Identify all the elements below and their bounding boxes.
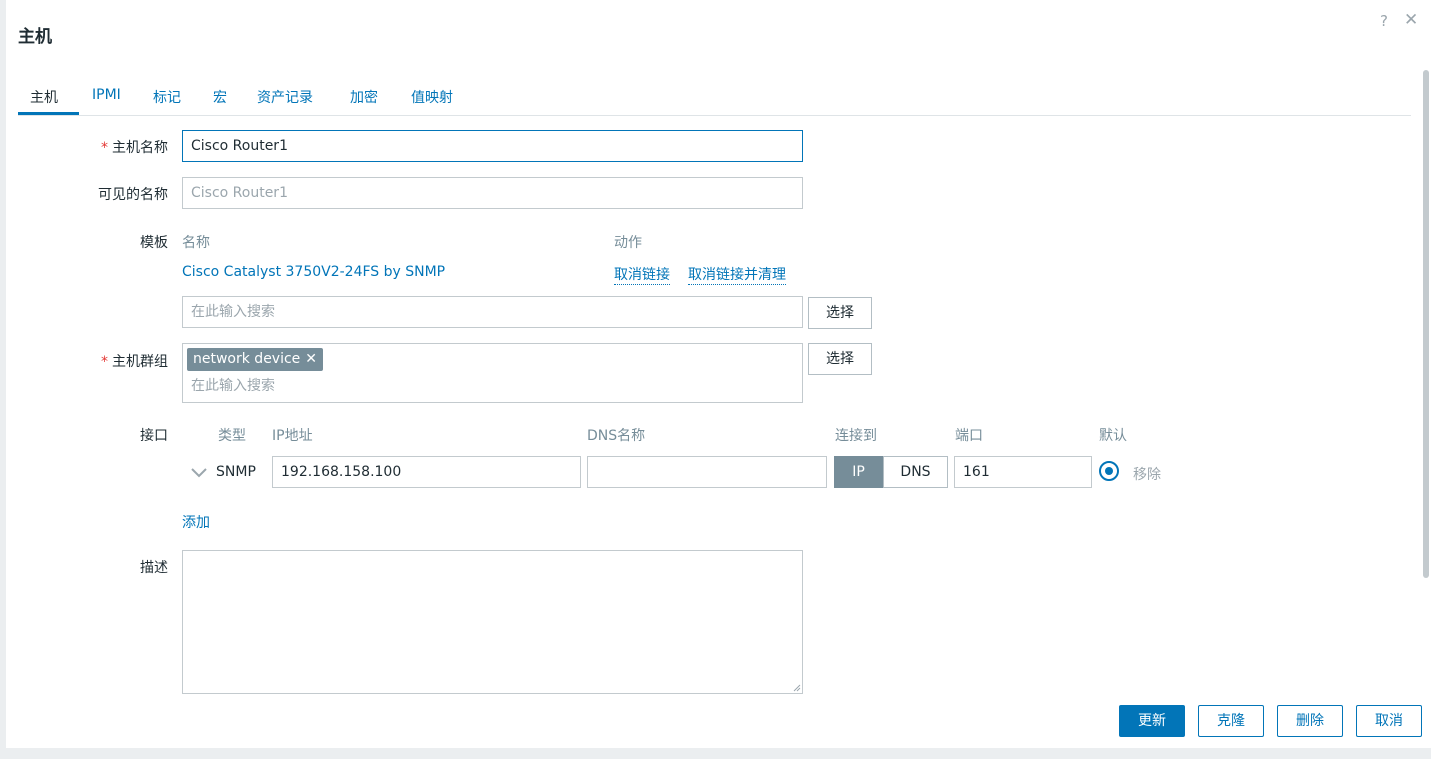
remove-chip-icon[interactable]: ✕	[305, 351, 317, 367]
templates-label: 模板	[140, 235, 168, 251]
connect-to-dns-toggle[interactable]: DNS	[883, 456, 948, 488]
tab-encryption[interactable]: 加密	[350, 87, 378, 107]
host-groups-label: * 主机群组	[101, 354, 168, 370]
tab-tags[interactable]: 标记	[153, 87, 181, 107]
interface-type-value: SNMP	[216, 464, 256, 480]
interface-ip-input[interactable]: 192.168.158.100	[272, 456, 581, 488]
default-interface-radio[interactable]	[1099, 461, 1119, 481]
scrollbar-thumb[interactable]	[1423, 70, 1429, 578]
interface-port-header: 端口	[955, 428, 983, 444]
tab-value-mapping[interactable]: 值映射	[411, 87, 453, 107]
tab-ipmi[interactable]: IPMI	[92, 87, 121, 103]
interfaces-label: 接口	[140, 428, 168, 444]
delete-button[interactable]: 删除	[1277, 705, 1343, 737]
host-groups-multiselect[interactable]: network device ✕ 在此输入搜索	[182, 343, 803, 403]
active-tab-indicator	[18, 112, 79, 115]
tab-macros[interactable]: 宏	[213, 87, 227, 107]
template-search-input[interactable]: 在此输入搜索	[182, 296, 803, 328]
interface-remove-link[interactable]: 移除	[1133, 464, 1161, 484]
tab-host[interactable]: 主机	[30, 87, 58, 107]
update-button[interactable]: 更新	[1119, 705, 1185, 737]
unlink-and-clear-link[interactable]: 取消链接并清理	[688, 264, 786, 285]
radio-selected-dot	[1105, 467, 1113, 475]
unlink-link[interactable]: 取消链接	[614, 264, 670, 285]
template-select-button[interactable]: 选择	[808, 297, 872, 329]
host-groups-search-placeholder: 在此输入搜索	[191, 378, 275, 394]
chevron-down-icon[interactable]	[188, 461, 210, 483]
host-group-select-button[interactable]: 选择	[808, 343, 872, 375]
scrollbar[interactable]	[1423, 70, 1431, 690]
required-asterisk: *	[101, 354, 108, 370]
interface-connect-header: 连接到	[835, 428, 877, 444]
host-name-label: * 主机名称	[101, 140, 168, 156]
interface-dns-input[interactable]	[587, 456, 827, 488]
clone-button[interactable]: 克隆	[1198, 705, 1264, 737]
host-group-chip: network device ✕	[187, 348, 324, 371]
background-page-bottom	[0, 748, 1431, 759]
resize-grip-icon[interactable]	[793, 684, 801, 692]
templates-name-header: 名称	[182, 235, 210, 251]
connect-to-ip-toggle[interactable]: IP	[834, 456, 883, 488]
description-textarea[interactable]	[182, 550, 803, 694]
host-edit-dialog: 主机 ? ✕ 主机 IPMI 标记 宏 资产记录 加密 值映射 * 主机名称 Ci…	[6, 0, 1431, 748]
dialog-title: 主机	[18, 27, 52, 47]
tab-inventory[interactable]: 资产记录	[257, 87, 313, 107]
cancel-button[interactable]: 取消	[1356, 705, 1422, 737]
required-asterisk: *	[101, 140, 108, 156]
tab-bar: 主机 IPMI 标记 宏 资产记录 加密 值映射	[18, 84, 1411, 116]
interface-type-header: 类型	[218, 428, 246, 444]
add-interface-link[interactable]: 添加	[182, 512, 210, 532]
description-label: 描述	[140, 560, 168, 576]
interface-ip-header: IP地址	[272, 428, 313, 444]
visible-name-label: 可见的名称	[98, 187, 168, 203]
interface-port-input[interactable]: 161	[954, 456, 1092, 488]
interface-dns-header: DNS名称	[587, 428, 646, 444]
linked-template-link[interactable]: Cisco Catalyst 3750V2-24FS by SNMP	[182, 264, 445, 280]
interface-default-header: 默认	[1099, 428, 1127, 444]
close-icon[interactable]: ✕	[1404, 10, 1418, 30]
host-name-input[interactable]: Cisco Router1	[182, 130, 803, 162]
help-icon[interactable]: ?	[1380, 12, 1388, 30]
templates-action-header: 动作	[614, 235, 642, 251]
host-group-chip-label: network device	[193, 351, 301, 367]
visible-name-input[interactable]: Cisco Router1	[182, 177, 803, 209]
